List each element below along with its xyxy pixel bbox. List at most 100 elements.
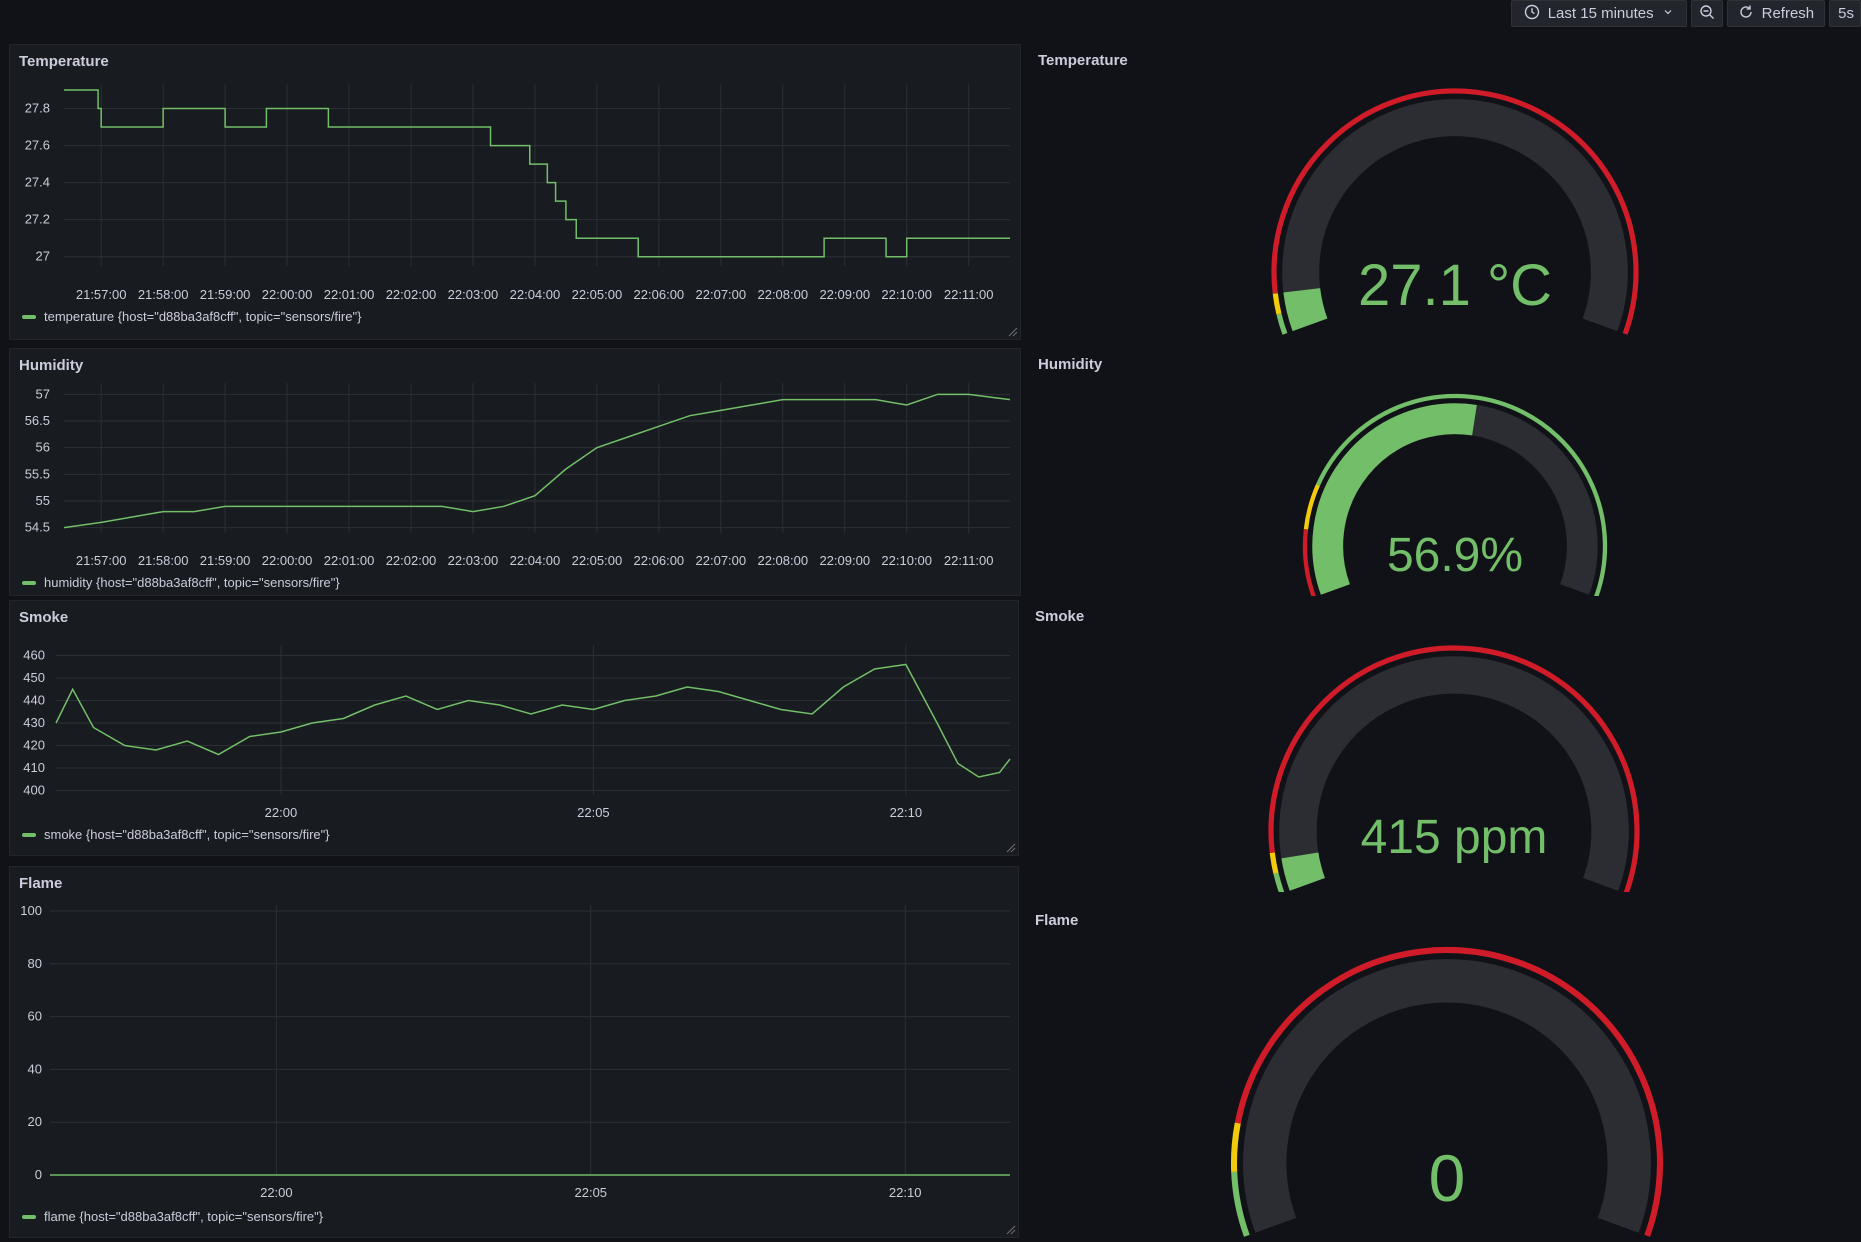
x-tick-label: 22:03:00 (448, 553, 499, 568)
legend-label: humidity {host="d88ba3af8cff", topic="se… (44, 575, 340, 590)
refresh-interval-picker[interactable]: 5s (1829, 0, 1861, 27)
refresh-icon (1738, 4, 1754, 24)
panel-title: Smoke (1035, 608, 1085, 625)
y-tick-label: 400 (23, 783, 45, 798)
gauge-value: 27.1 °C (1357, 253, 1553, 318)
legend-item[interactable]: smoke {host="d88ba3af8cff", topic="senso… (22, 827, 330, 842)
legend-item[interactable]: flame {host="d88ba3af8cff", topic="senso… (22, 1209, 323, 1224)
gauge-value: 0 (1428, 1141, 1466, 1215)
y-tick-label: 27.8 (25, 101, 50, 116)
x-tick-label: 22:05 (575, 1185, 608, 1200)
refresh-interval-label: 5s (1838, 5, 1854, 22)
x-tick-label: 21:58:00 (138, 553, 189, 568)
x-tick-label: 22:00:00 (262, 287, 313, 302)
chevron-down-icon (1662, 5, 1674, 22)
x-tick-label: 22:00 (265, 805, 298, 820)
x-tick-label: 22:07:00 (696, 287, 747, 302)
legend-swatch (22, 1214, 36, 1219)
panel-title: Temperature (1038, 52, 1128, 69)
x-tick-label: 21:57:00 (76, 287, 127, 302)
y-tick-label: 27.6 (25, 138, 50, 153)
smoke-chart[interactable]: 400 410 420 430 440 450 460 22:00 22:05 22:10 (10, 601, 1020, 857)
threshold-arc (1273, 872, 1285, 892)
smoke-timeseries-panel[interactable]: Smoke 400 410 420 430 440 450 460 22:00 22:05 22:… (9, 600, 1019, 856)
refresh-label: Refresh (1761, 5, 1815, 22)
y-tick-label: 100 (20, 903, 42, 918)
x-tick-label: 22:10:00 (881, 287, 932, 302)
y-tick-label: 460 (23, 648, 45, 663)
y-tick-label: 450 (23, 670, 45, 685)
gauge-value: 415 ppm (1360, 811, 1548, 864)
x-tick-label: 22:04:00 (510, 553, 561, 568)
x-tick-label: 22:04:00 (510, 287, 561, 302)
series-line (63, 393, 1011, 529)
y-tick-label: 410 (23, 760, 45, 775)
resize-handle[interactable] (1006, 843, 1016, 853)
x-tick-label: 22:10:00 (881, 553, 932, 568)
legend-swatch (22, 314, 36, 319)
x-tick-label: 21:58:00 (138, 287, 189, 302)
legend-label: temperature {host="d88ba3af8cff", topic=… (44, 309, 362, 324)
x-tick-label: 22:00 (260, 1185, 293, 1200)
x-tick-label: 22:07:00 (696, 553, 747, 568)
x-tick-label: 22:05:00 (572, 553, 623, 568)
temperature-chart[interactable]: 27 27.2 27.4 27.6 27.8 21:57:00 21:58:00 21:59:… (10, 45, 1022, 341)
y-tick-label: 60 (28, 1009, 42, 1024)
y-tick-label: 55 (36, 493, 50, 508)
humidity-timeseries-panel[interactable]: Humidity 54.5 55 55.5 56 56.5 57 21:57:00 21:58… (9, 348, 1021, 596)
y-tick-label: 20 (28, 1114, 42, 1129)
zoom-out-button[interactable] (1690, 0, 1723, 27)
x-tick-label: 22:02:00 (386, 553, 437, 568)
time-range-picker[interactable]: Last 15 minutes (1510, 0, 1687, 27)
x-tick-label: 22:06:00 (634, 553, 685, 568)
x-tick-label: 22:03:00 (448, 287, 499, 302)
refresh-button[interactable]: Refresh (1726, 0, 1826, 27)
resize-handle[interactable] (1006, 1225, 1016, 1235)
y-tick-label: 56.5 (25, 413, 50, 428)
panel-title: Humidity (1038, 356, 1103, 373)
panel-title: Flame (1035, 912, 1079, 929)
y-tick-label: 27.2 (25, 212, 50, 227)
humidity-chart[interactable]: 54.5 55 55.5 56 56.5 57 21:57:00 21:58:00 21:59:… (10, 349, 1022, 597)
y-tick-label: 440 (23, 693, 45, 708)
temperature-timeseries-panel[interactable]: Temperature 27 27.2 27.4 27.6 27.8 21:57:00 21… (9, 44, 1021, 340)
y-tick-label: 80 (28, 956, 42, 971)
series-line (64, 89, 1010, 258)
x-tick-label: 22:08:00 (757, 553, 808, 568)
x-tick-label: 22:08:00 (757, 287, 808, 302)
x-tick-label: 22:09:00 (819, 287, 870, 302)
time-range-label: Last 15 minutes (1547, 5, 1654, 22)
x-tick-label: 22:11:00 (944, 553, 994, 568)
x-tick-label: 21:57:00 (76, 553, 127, 568)
x-tick-label: 22:01:00 (324, 553, 375, 568)
legend-swatch (22, 580, 36, 585)
x-tick-label: 22:06:00 (634, 287, 685, 302)
gauge-value: 56.9% (1386, 529, 1524, 582)
legend-swatch (22, 832, 36, 837)
x-tick-label: 22:10 (889, 1185, 922, 1200)
x-tick-label: 21:59:00 (200, 553, 251, 568)
legend-label: smoke {host="d88ba3af8cff", topic="senso… (44, 827, 330, 842)
y-tick-label: 55.5 (25, 466, 50, 481)
y-tick-label: 56 (36, 440, 50, 455)
x-tick-label: 22:05 (577, 805, 610, 820)
flame-timeseries-panel[interactable]: Flame 0 20 40 60 80 100 22:00 22:05 22:10 flame … (9, 866, 1019, 1238)
x-tick-label: 22:05:00 (572, 287, 623, 302)
legend-item[interactable]: temperature {host="d88ba3af8cff", topic=… (22, 309, 361, 324)
y-tick-label: 57 (36, 386, 50, 401)
x-tick-label: 22:02:00 (386, 287, 437, 302)
resize-handle[interactable] (1008, 327, 1018, 337)
x-tick-label: 22:11:00 (944, 287, 994, 302)
x-tick-label: 22:01:00 (324, 287, 375, 302)
zoom-out-icon (1699, 4, 1715, 24)
flame-chart[interactable]: 0 20 40 60 80 100 22:00 22:05 22:10 (10, 867, 1020, 1239)
legend-item[interactable]: humidity {host="d88ba3af8cff", topic="se… (22, 575, 340, 590)
clock-icon (1524, 4, 1540, 24)
y-tick-label: 420 (23, 738, 45, 753)
x-tick-label: 22:10 (890, 805, 923, 820)
x-tick-label: 21:59:00 (200, 287, 251, 302)
y-tick-label: 40 (28, 1061, 42, 1076)
x-tick-label: 22:09:00 (819, 553, 870, 568)
legend-label: flame {host="d88ba3af8cff", topic="senso… (44, 1209, 324, 1224)
y-tick-label: 430 (23, 715, 45, 730)
